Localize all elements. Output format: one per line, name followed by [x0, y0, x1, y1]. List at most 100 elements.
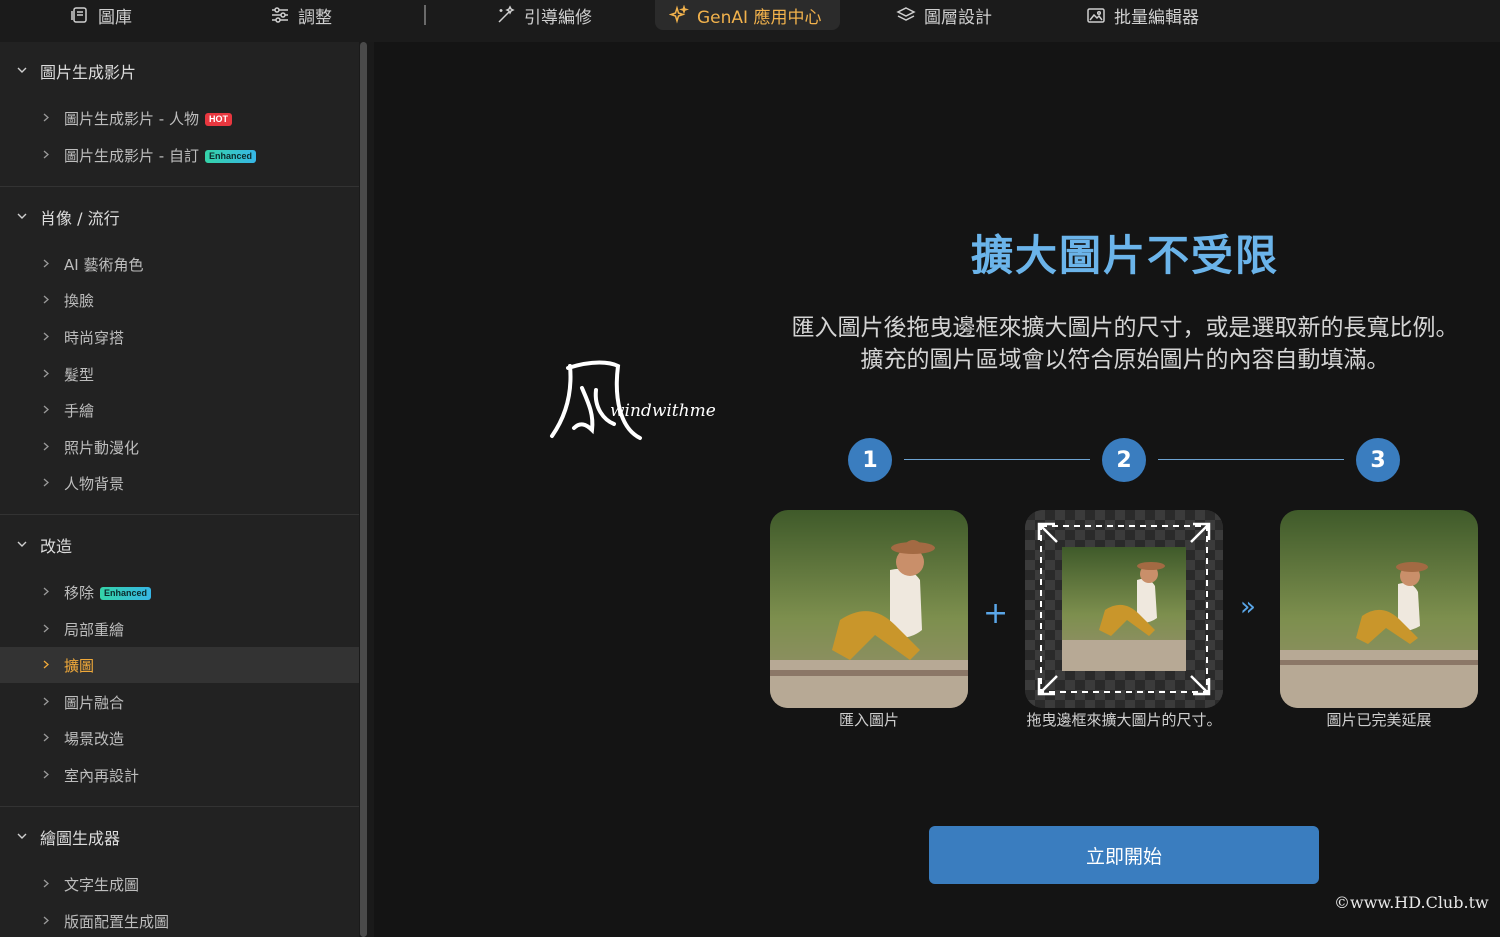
- section-header-portrait[interactable]: 肖像 / 流行: [0, 199, 359, 235]
- tab-separator: [424, 5, 426, 25]
- sidebar-item-remove[interactable]: 移除 Enhanced: [0, 574, 359, 610]
- step-2-image: [1025, 510, 1223, 708]
- hot-badge: HOT: [204, 113, 232, 126]
- chevron-right-icon: [43, 478, 49, 487]
- chevron-right-icon: [43, 113, 49, 122]
- sidebar-item-label: 換臉: [64, 292, 95, 310]
- sidebar-item-label: 擴圖: [64, 657, 95, 675]
- chevron-right-icon: [43, 770, 49, 779]
- start-now-button[interactable]: 立即開始: [929, 826, 1319, 884]
- description-line: 匯入圖片後拖曳邊框來擴大圖片的尺寸，或是選取新的長寬比例。: [791, 315, 1459, 341]
- sidebar-item-interior-redesign[interactable]: 室內再設計: [0, 757, 359, 793]
- chevron-right-icon: [43, 405, 49, 414]
- step-connector: [904, 459, 1090, 460]
- sidebar-item-label: 場景改造: [64, 730, 125, 748]
- windwithme-logo: windwithme: [550, 360, 716, 440]
- chevron-down-icon: [17, 213, 27, 219]
- plus-icon: +: [983, 596, 1009, 631]
- sidebar-item-label: 版面配置生成圖: [64, 913, 170, 931]
- sidebar-item-expand[interactable]: 擴圖: [0, 647, 359, 683]
- chevron-right-icon: [43, 660, 49, 669]
- main-panel: [374, 42, 1500, 937]
- sidebar-item-image-blend[interactable]: 圖片融合: [0, 684, 359, 720]
- enhanced-badge: Enhanced: [100, 587, 152, 600]
- sidebar-scrollbar-thumb[interactable]: [360, 42, 367, 937]
- sidebar-item-label: 時尚穿搭: [64, 329, 125, 347]
- sidebar-item-label: 文字生成圖: [64, 876, 140, 894]
- library-icon: [71, 7, 87, 23]
- tab-adjust[interactable]: 調整: [256, 0, 346, 30]
- sidebar-item-label: 人物背景: [64, 475, 125, 493]
- sidebar-item-label: 圖片生成影片 - 人物: [64, 110, 199, 128]
- section-title: 繪圖生成器: [40, 829, 121, 848]
- tab-library[interactable]: 圖庫: [56, 0, 146, 30]
- sidebar-item-image-to-video-people[interactable]: 圖片生成影片 - 人物 HOT: [0, 100, 359, 136]
- chevron-right-icon: [43, 259, 49, 268]
- tab-genai-center[interactable]: GenAI 應用中心: [655, 0, 840, 30]
- batch-images-icon: [1087, 8, 1105, 23]
- sidebar-item-text-to-image[interactable]: 文字生成圖: [0, 866, 359, 902]
- sparkle-icon: [669, 5, 689, 24]
- tab-guided-edit[interactable]: 引導編修: [482, 0, 606, 30]
- chevron-right-icon: [43, 369, 49, 378]
- sidebar-item-label: 照片動漫化: [64, 439, 140, 457]
- copyright-watermark: ©www.HD.Club.tw: [1334, 893, 1489, 912]
- sidebar-item-label: 移除: [64, 584, 95, 602]
- sidebar-item-label: 圖片融合: [64, 694, 125, 712]
- chevron-down-icon: [17, 541, 27, 547]
- step-2-caption: 拖曳邊框來擴大圖片的尺寸。: [1026, 711, 1222, 729]
- sidebar-item-anime[interactable]: 照片動漫化: [0, 429, 359, 465]
- chevron-right-icon: [43, 916, 49, 925]
- sidebar-item-label: 圖片生成影片 - 自訂: [64, 147, 199, 165]
- section-divider: [0, 806, 359, 807]
- sidebar-item-label: 髮型: [64, 366, 95, 384]
- chevron-right-icon: [43, 150, 49, 159]
- sidebar-item-hairstyle[interactable]: 髮型: [0, 356, 359, 392]
- sidebar-item-inpaint[interactable]: 局部重繪: [0, 611, 359, 647]
- page-description: 匯入圖片後拖曳邊框來擴大圖片的尺寸，或是選取新的長寬比例。 擴充的圖片區域會以符…: [745, 312, 1500, 376]
- step-3-caption: 圖片已完美延展: [1326, 711, 1432, 729]
- sidebar-item-hand-drawn[interactable]: 手繪: [0, 392, 359, 428]
- layers-icon: [896, 7, 916, 21]
- tab-label: 調整: [298, 7, 332, 28]
- section-title: 圖片生成影片: [40, 63, 137, 82]
- sidebar-item-ai-art-character[interactable]: AI 藝術角色: [0, 246, 359, 282]
- sidebar-item-layout-to-image[interactable]: 版面配置生成圖: [0, 903, 359, 937]
- chevron-down-icon: [17, 833, 27, 839]
- sidebar-item-person-background[interactable]: 人物背景: [0, 465, 359, 501]
- chevron-right-icon: [43, 879, 49, 888]
- chevron-right-icon: [43, 733, 49, 742]
- sidebar-item-label: 手繪: [64, 402, 95, 420]
- sidebar-item-label: AI 藝術角色: [64, 256, 144, 274]
- tab-batch-editor[interactable]: 批量編輯器: [1072, 0, 1213, 30]
- sidebar-item-image-to-video-custom[interactable]: 圖片生成影片 - 自訂 Enhanced: [0, 137, 359, 173]
- tab-label: 引導編修: [524, 7, 592, 28]
- sidebar-item-fashion[interactable]: 時尚穿搭: [0, 319, 359, 355]
- step-3-image: [1280, 510, 1478, 708]
- section-divider: [0, 186, 359, 187]
- chevron-right-icon: [43, 624, 49, 633]
- sliders-icon: [272, 7, 288, 23]
- tab-label: 圖庫: [98, 7, 132, 28]
- step-connector: [1158, 459, 1344, 460]
- sidebar-item-scene-transform[interactable]: 場景改造: [0, 720, 359, 756]
- logo-text: windwithme: [610, 401, 716, 421]
- chevron-right-icon: [43, 332, 49, 341]
- top-tab-bar: 圖庫 調整 引導編修 GenAI 應用中心 圖層設計 批量編輯器: [0, 0, 1500, 42]
- tab-label: GenAI 應用中心: [697, 7, 822, 28]
- step-number-1: 1: [848, 438, 892, 482]
- sidebar-item-label: 室內再設計: [64, 767, 140, 785]
- section-header-image-to-video[interactable]: 圖片生成影片: [0, 53, 359, 89]
- step-number-2: 2: [1102, 438, 1146, 482]
- double-chevron-right-icon: »: [1240, 592, 1256, 622]
- sidebar-item-face-swap[interactable]: 換臉: [0, 282, 359, 318]
- section-header-transform[interactable]: 改造: [0, 527, 359, 563]
- section-header-drawing-generator[interactable]: 繪圖生成器: [0, 819, 359, 855]
- chevron-right-icon: [43, 295, 49, 304]
- tab-layer-design[interactable]: 圖層設計: [882, 0, 1006, 30]
- description-line: 擴充的圖片區域會以符合原始圖片的內容自動填滿。: [860, 347, 1390, 373]
- step-number-3: 3: [1356, 438, 1400, 482]
- page-title: 擴大圖片不受限: [970, 231, 1279, 280]
- sidebar: 圖片生成影片 圖片生成影片 - 人物 HOT 圖片生成影片 - 自訂 Enhance…: [0, 42, 359, 937]
- step-1-caption: 匯入圖片: [838, 711, 899, 729]
